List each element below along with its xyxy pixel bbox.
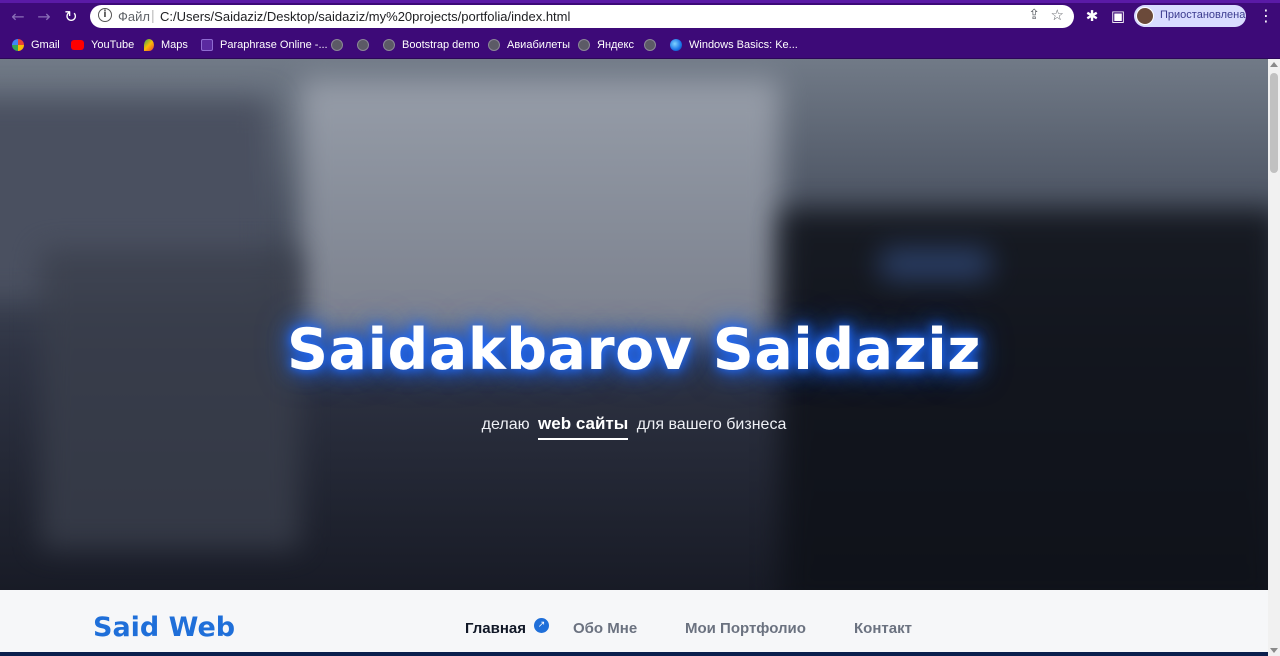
omnibox-separator: | xyxy=(151,7,155,23)
bookmark-yandex[interactable]: Яндекс xyxy=(578,37,634,53)
bookmark-label: Яндекс xyxy=(597,39,634,51)
back-arrow-icon[interactable]: ← xyxy=(8,7,28,27)
bookmark-star-icon[interactable]: ☆ xyxy=(1051,6,1064,24)
share-icon[interactable]: ⇪ xyxy=(1028,7,1040,23)
paraphrase-icon xyxy=(201,39,213,51)
next-section-edge xyxy=(0,652,1268,656)
forward-arrow-icon[interactable]: → xyxy=(34,7,54,27)
side-panel-icon[interactable]: ▣ xyxy=(1109,7,1127,25)
scroll-up-arrow-icon[interactable] xyxy=(1270,62,1278,67)
window-accent-line xyxy=(0,0,1280,3)
youtube-icon xyxy=(71,40,84,50)
bookmark-label: Windows Basics: Ke... xyxy=(689,39,798,51)
site-info-icon[interactable]: i xyxy=(98,8,112,22)
hero-bg-screen xyxy=(780,209,1268,590)
reload-icon[interactable]: ↻ xyxy=(61,7,81,27)
page-viewport: Saidakbarov Saidaziz делаю web сайты для… xyxy=(0,59,1268,656)
globe-icon xyxy=(644,39,656,51)
bookmark-globe-2[interactable] xyxy=(357,37,376,53)
profile-button[interactable]: Приостановлена xyxy=(1134,5,1246,27)
bookmark-label: Gmail xyxy=(31,39,60,51)
nav-link-about[interactable]: Обо Мне xyxy=(573,620,637,637)
globe-icon xyxy=(488,39,500,51)
file-scheme-label: Файл xyxy=(118,9,150,24)
hero-bg-shape xyxy=(40,249,300,549)
maps-icon xyxy=(144,39,154,51)
external-link-icon: ↗ xyxy=(534,618,549,633)
avatar xyxy=(1136,7,1154,25)
bookmark-maps[interactable]: Maps xyxy=(144,37,188,53)
site-navbar: Said Web Главная ↗ Обо Мне Мои Портфолио… xyxy=(0,590,1268,656)
bookmark-aviabilety[interactable]: Авиабилеты xyxy=(488,37,570,53)
hero-section: Saidakbarov Saidaziz делаю web сайты для… xyxy=(0,59,1268,590)
bookmark-label: Paraphrase Online -... xyxy=(220,39,328,51)
hero-subtitle-accent: web сайты xyxy=(538,414,629,440)
scroll-down-arrow-icon[interactable] xyxy=(1270,648,1278,653)
globe-icon xyxy=(383,39,395,51)
bookmark-gmail[interactable]: Gmail xyxy=(12,37,60,53)
bookmark-globe-1[interactable] xyxy=(331,37,350,53)
hero-subtitle-before: делаю xyxy=(481,416,530,433)
bookmark-label: Maps xyxy=(161,39,188,51)
bookmark-label: YouTube xyxy=(91,39,135,51)
globe-icon xyxy=(578,39,590,51)
url-text[interactable]: C:/Users/Saidaziz/Desktop/saidaziz/my%20… xyxy=(160,9,570,24)
gcf-icon xyxy=(670,39,682,51)
bookmark-label: Авиабилеты xyxy=(507,39,571,51)
globe-icon xyxy=(357,39,369,51)
extensions-puzzle-icon[interactable]: ✱ xyxy=(1083,7,1101,25)
nav-link-portfolio[interactable]: Мои Портфолио xyxy=(685,620,806,637)
profile-status-label: Приостановлена xyxy=(1160,9,1246,21)
nav-link-contact[interactable]: Контакт xyxy=(854,620,912,637)
bookmark-bootstrap-demo[interactable]: Bootstrap demo xyxy=(383,37,480,53)
address-bar[interactable]: i Файл | C:/Users/Saidaziz/Desktop/saida… xyxy=(90,5,1074,28)
globe-icon xyxy=(331,39,343,51)
bookmark-globe-3[interactable] xyxy=(644,37,663,53)
bookmark-windows-basics[interactable]: Windows Basics: Ke... xyxy=(670,37,798,53)
hero-bg-highlight xyxy=(880,249,990,279)
hero-subtitle-after: для вашего бизнеса xyxy=(636,416,787,433)
hero-bg-screen xyxy=(300,79,780,339)
bookmark-youtube[interactable]: YouTube xyxy=(71,37,134,53)
hero-title: Saidakbarov Saidaziz xyxy=(287,317,981,383)
nav-link-home[interactable]: Главная xyxy=(465,620,526,637)
browser-toolbar: ← → ↻ i Файл | C:/Users/Saidaziz/Desktop… xyxy=(0,0,1280,32)
bookmark-paraphrase[interactable]: Paraphrase Online -... xyxy=(201,37,328,53)
bookmarks-bar: Gmail YouTube Maps Paraphrase Online -..… xyxy=(0,32,1280,59)
site-brand-logo[interactable]: Said Web xyxy=(93,612,235,643)
google-icon xyxy=(12,39,24,51)
bookmark-label: Bootstrap demo xyxy=(402,39,480,51)
page-scrollbar[interactable] xyxy=(1268,59,1280,656)
browser-menu-icon[interactable]: ⋮ xyxy=(1258,6,1274,26)
scrollbar-thumb[interactable] xyxy=(1270,73,1278,173)
hero-subtitle: делаю web сайты для вашего бизнеса xyxy=(0,414,1268,440)
